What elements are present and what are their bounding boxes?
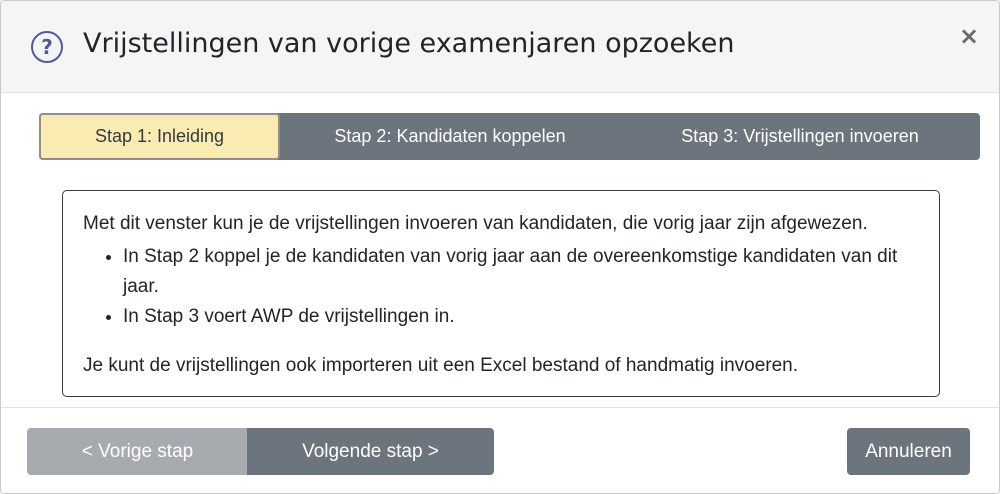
cancel-button[interactable]: Annuleren xyxy=(847,428,970,475)
question-circle-icon: ? xyxy=(31,31,63,63)
step-navigation: Stap 1: Inleiding Stap 2: Kandidaten kop… xyxy=(39,113,980,160)
close-button[interactable]: × xyxy=(958,21,980,51)
info-panel: Met dit venster kun je de vrijstellingen… xyxy=(62,190,940,397)
step-2-tab[interactable]: Stap 2: Kandidaten koppelen xyxy=(280,113,620,160)
previous-step-button[interactable]: < Vorige stap xyxy=(27,428,248,475)
info-outro: Je kunt de vrijstellingen ook importeren… xyxy=(83,355,799,376)
info-bullet-list: In Stap 2 koppel je de kandidaten van vo… xyxy=(123,242,919,332)
info-bullet: In Stap 3 voert AWP de vrijstellingen in… xyxy=(123,302,919,332)
step-1-tab[interactable]: Stap 1: Inleiding xyxy=(39,113,280,160)
info-intro: Met dit venster kun je de vrijstellingen… xyxy=(83,213,868,234)
next-step-button[interactable]: Volgende stap > xyxy=(247,428,494,475)
modal-dialog: ? Vrijstellingen van vorige examenjaren … xyxy=(0,0,1000,494)
info-bullet: In Stap 2 koppel je de kandidaten van vo… xyxy=(123,242,919,302)
step-3-tab[interactable]: Stap 3: Vrijstellingen invoeren xyxy=(620,113,980,160)
modal-title: Vrijstellingen van vorige examenjaren op… xyxy=(83,28,735,59)
modal-header: ? Vrijstellingen van vorige examenjaren … xyxy=(1,1,999,93)
